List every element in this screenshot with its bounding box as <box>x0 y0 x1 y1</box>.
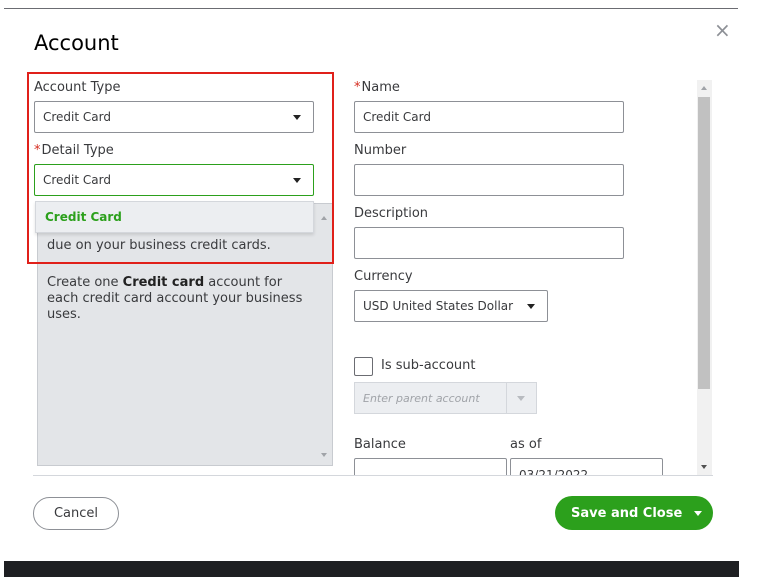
select-divider <box>506 383 507 413</box>
scroll-down-arrow-icon[interactable] <box>321 453 327 457</box>
number-input[interactable] <box>354 164 624 196</box>
balance-input[interactable] <box>354 458 507 475</box>
currency-select[interactable]: USD United States Dollar <box>354 290 548 322</box>
save-and-close-label: Save and Close <box>571 505 683 521</box>
parent-account-select: Enter parent account <box>354 382 537 414</box>
chevron-down-icon[interactable] <box>694 511 702 516</box>
chevron-down-icon <box>527 303 535 309</box>
sub-account-label: Is sub-account <box>381 358 476 373</box>
form-scrollbar[interactable] <box>697 80 712 475</box>
scrollbar-thumb[interactable] <box>698 97 710 389</box>
footer-divider <box>33 475 713 476</box>
name-label-text: Name <box>361 80 400 95</box>
annotation-highlight-box <box>27 72 334 264</box>
required-marker: * <box>354 80 361 95</box>
chevron-down-icon <box>517 395 525 401</box>
currency-value: USD United States Dollar <box>363 299 514 313</box>
description-label: Description <box>354 206 429 221</box>
background-page-strip <box>4 561 739 577</box>
description-input[interactable] <box>354 227 624 259</box>
as-of-date-input[interactable]: 03/21/2022 <box>510 458 663 475</box>
name-label: *Name <box>354 80 400 95</box>
number-label: Number <box>354 143 407 158</box>
scroll-up-arrow-icon[interactable] <box>701 86 707 90</box>
description-paragraph: Create one Credit card account for each … <box>47 275 303 322</box>
scroll-viewport: 03/21/2022 <box>340 440 696 475</box>
save-and-close-button[interactable]: Save and Close <box>555 496 713 530</box>
top-divider <box>4 8 738 9</box>
parent-account-placeholder: Enter parent account <box>363 391 480 405</box>
currency-label: Currency <box>354 269 413 284</box>
cancel-button[interactable]: Cancel <box>33 497 119 530</box>
sub-account-checkbox[interactable] <box>354 357 373 376</box>
close-icon[interactable]: × <box>714 20 731 40</box>
scroll-down-arrow-icon[interactable] <box>701 465 707 469</box>
name-input[interactable]: Credit Card <box>354 101 624 133</box>
dialog-title: Account <box>34 31 119 55</box>
